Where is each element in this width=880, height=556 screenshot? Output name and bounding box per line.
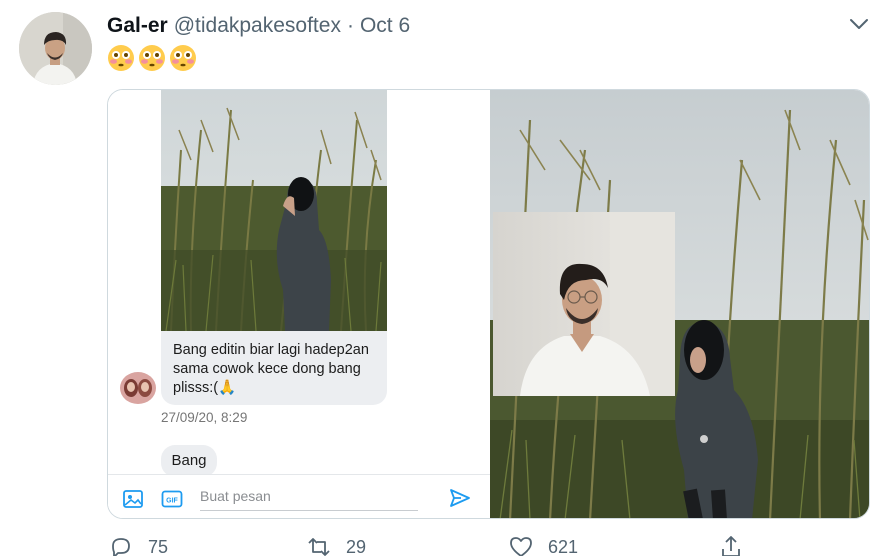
retweet-button[interactable]: 29 (306, 534, 366, 556)
reply-count: 75 (148, 536, 169, 556)
flushed-face-emoji (170, 45, 196, 71)
message-composer: GIF Buat pesan (108, 474, 490, 518)
tweet-actions: 75 29 621 (0, 534, 880, 556)
chat-followup-text: Bang (171, 452, 207, 469)
retweet-icon (308, 538, 330, 556)
chat-photo-woman-in-grass (161, 90, 387, 331)
retweet-count: 29 (346, 536, 367, 556)
flushed-face-emoji (139, 45, 165, 71)
author-name[interactable]: Gal-er (107, 14, 168, 38)
message-input[interactable]: Buat pesan (200, 485, 418, 511)
edited-photo[interactable] (490, 90, 869, 518)
share-button[interactable] (718, 534, 758, 556)
image-icon[interactable] (122, 489, 144, 509)
gif-icon[interactable]: GIF (161, 489, 183, 509)
chat-message-text: Bang editin biar lagi hadep2an sama cowo… (173, 342, 369, 396)
like-button[interactable]: 621 (508, 534, 578, 556)
chat-followup-bubble: Bang (161, 445, 217, 477)
share-icon (722, 536, 740, 556)
reply-icon (112, 538, 130, 556)
like-count: 621 (548, 536, 579, 556)
chat-screenshot[interactable]: Bang editin biar lagi hadep2an sama cowo… (108, 90, 490, 518)
author-handle[interactable]: @tidakpakesoftex (174, 14, 341, 38)
sender-avatar[interactable] (120, 372, 156, 404)
tweet-header: Gal-er @tidakpakesoftex · Oct 6 (107, 14, 410, 44)
tweet-date[interactable]: Oct 6 (360, 14, 410, 38)
svg-text:GIF: GIF (166, 498, 178, 505)
like-icon (510, 537, 532, 556)
chevron-down-icon[interactable] (846, 14, 872, 34)
flushed-face-emoji (108, 45, 134, 71)
chat-message-bubble: Bang editin biar lagi hadep2an sama cowo… (161, 331, 387, 405)
message-timestamp: 27/09/20, 8:29 (161, 410, 248, 425)
author-avatar[interactable] (19, 12, 92, 85)
tweet-media[interactable]: Bang editin biar lagi hadep2an sama cowo… (107, 89, 870, 519)
separator-dot: · (346, 14, 354, 37)
send-icon[interactable] (448, 487, 472, 509)
tweet-text (107, 44, 197, 72)
reply-button[interactable]: 75 (108, 534, 168, 556)
